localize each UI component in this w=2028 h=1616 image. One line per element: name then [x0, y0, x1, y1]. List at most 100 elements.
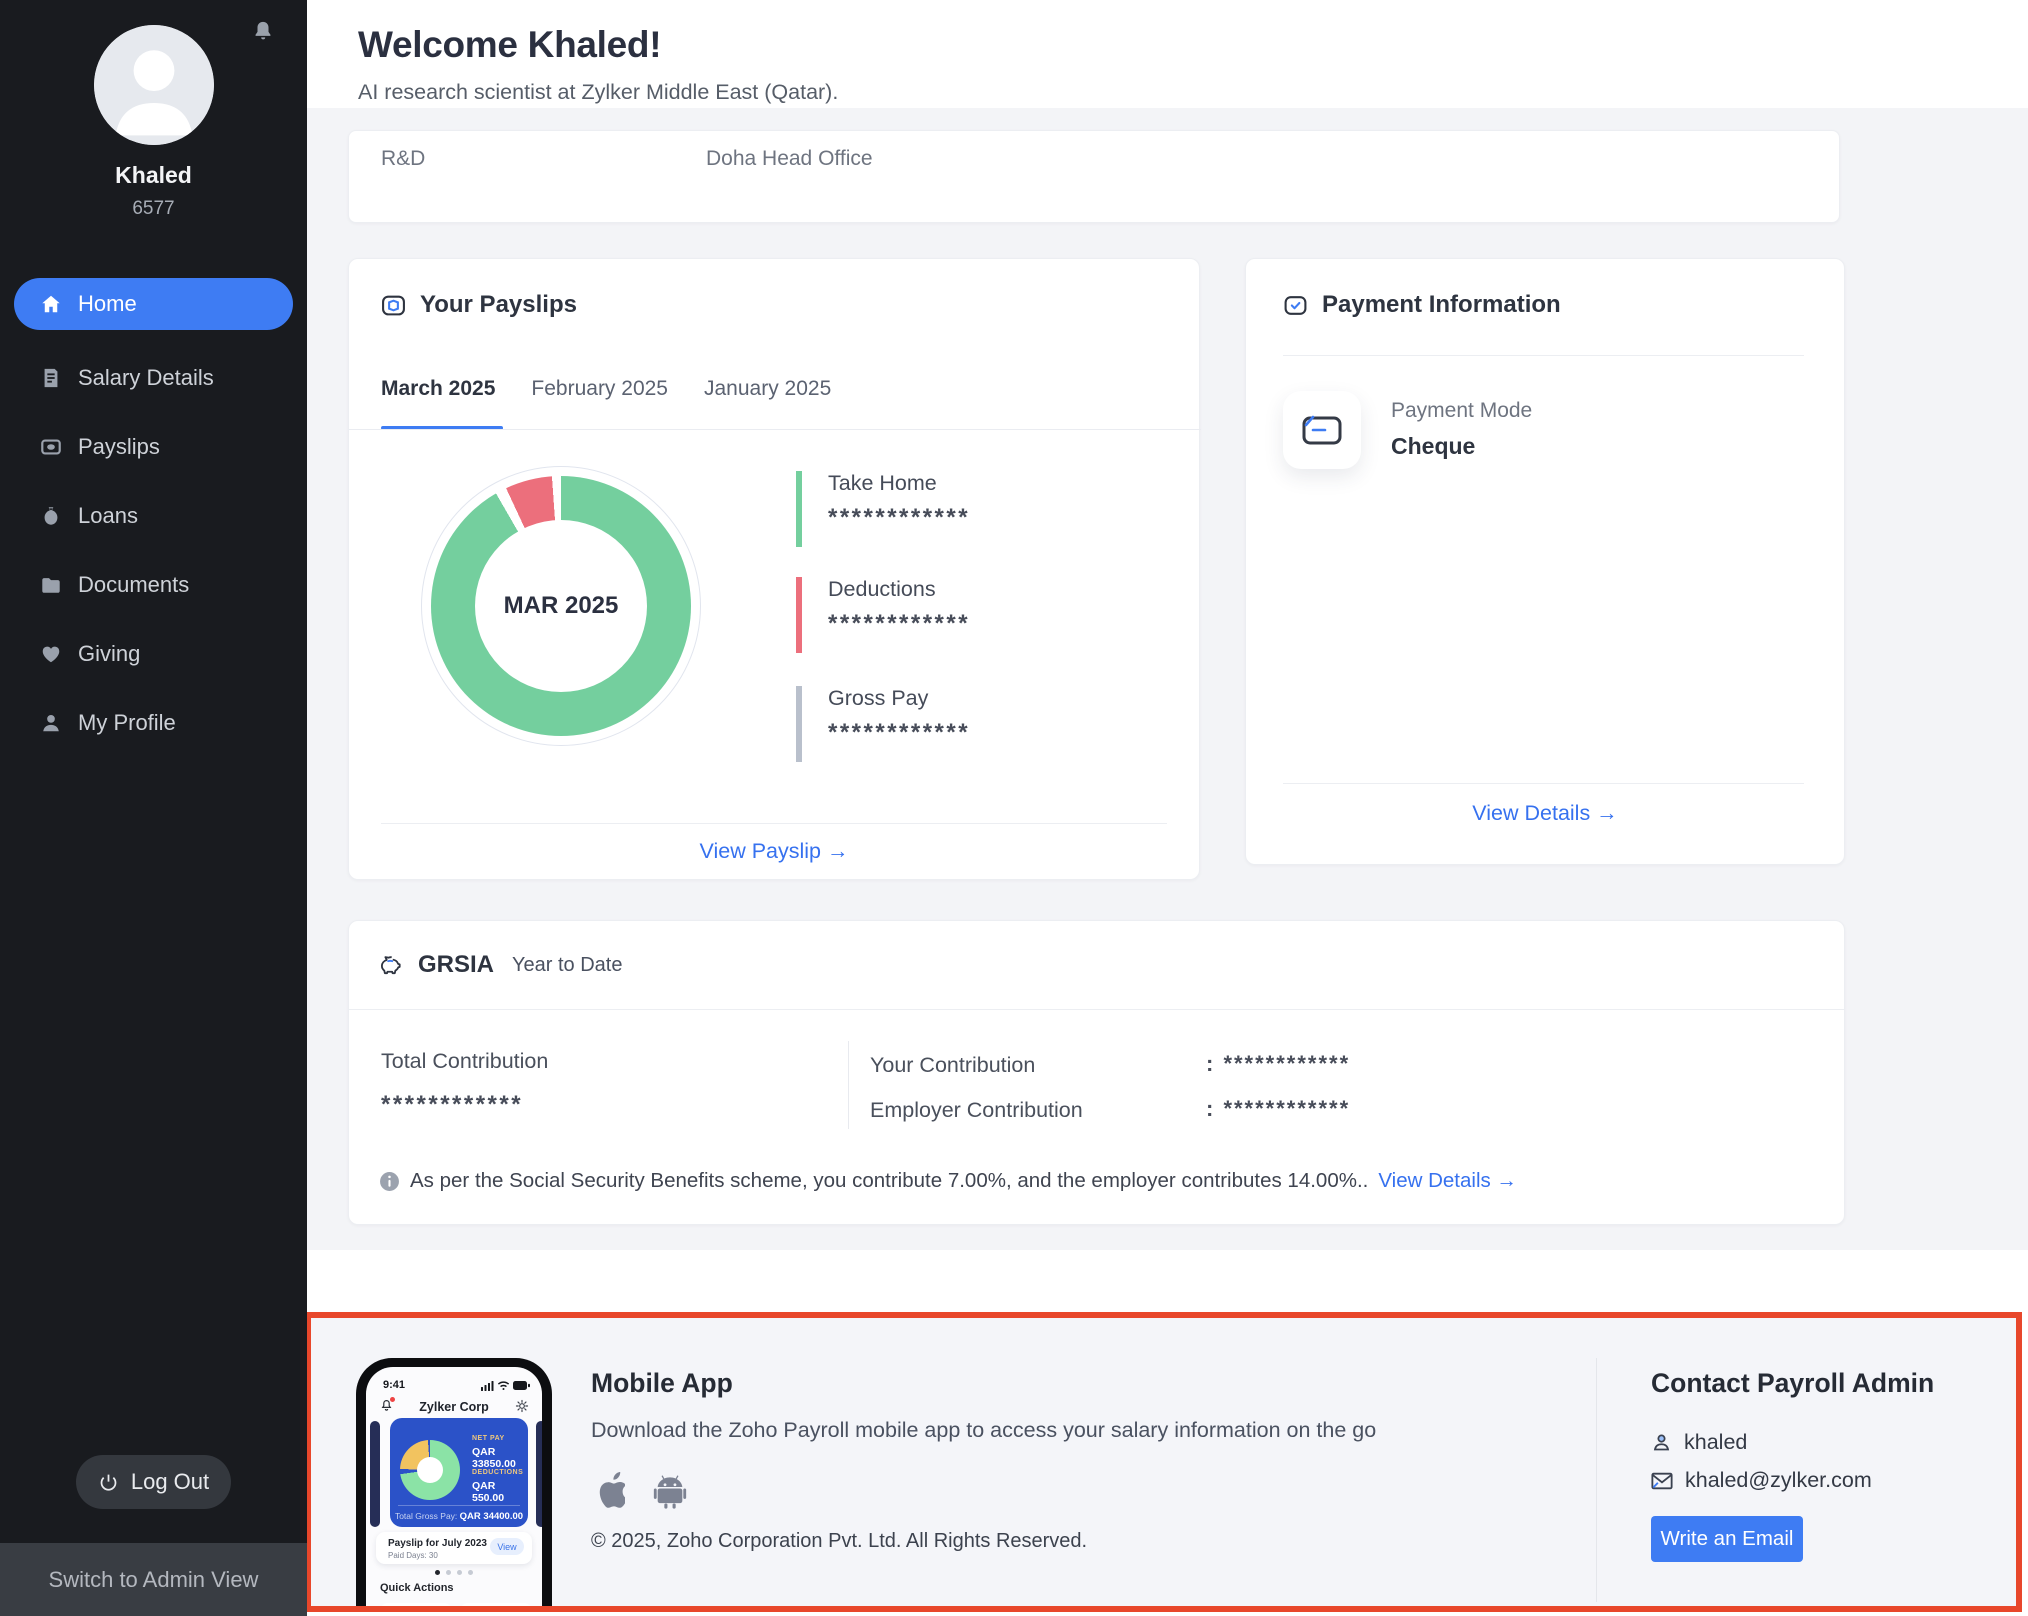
employer-contribution-label: Employer Contribution: [870, 1098, 1083, 1123]
grsia-vertical-divider: [848, 1041, 849, 1129]
footer-divider: [1596, 1358, 1597, 1602]
grsia-card: GRSIA Year to Date Total Contribution **…: [348, 920, 1845, 1225]
sidebar-item-salary-details[interactable]: Salary Details: [14, 357, 293, 399]
battery-icon: [513, 1380, 530, 1391]
documents-folder-icon: [40, 574, 62, 596]
deductions-masked-value: ************: [828, 614, 970, 634]
sidebar-item-documents[interactable]: Documents: [14, 564, 293, 606]
legend-take-home: Take Home ************: [796, 471, 970, 547]
work-location-value: Doha Head Office: [706, 147, 873, 171]
phone-gear-icon: [515, 1399, 529, 1413]
grsia-info-text: As per the Social Security Benefits sche…: [410, 1169, 1368, 1193]
admin-email[interactable]: khaled@zylker.com: [1685, 1468, 1872, 1493]
phone-card-divider: [398, 1505, 520, 1506]
wifi-icon: [497, 1380, 510, 1391]
sidebar-item-label: My Profile: [78, 710, 176, 736]
phone-time: 9:41: [383, 1379, 405, 1391]
sidebar-item-home[interactable]: Home: [14, 278, 293, 330]
tab-january-2025[interactable]: January 2025: [704, 377, 831, 423]
sidebar-item-label: Giving: [78, 641, 140, 667]
profile-summary-card: R&D Doha Head Office: [348, 130, 1840, 223]
phone-status-bar: 9:41: [366, 1379, 542, 1393]
person-icon: [40, 712, 62, 734]
gross-pay-masked-value: ************: [828, 723, 970, 743]
card-footer-divider: [381, 823, 1167, 824]
heart-icon: [40, 643, 62, 665]
take-home-masked-value: ************: [828, 508, 970, 528]
sidebar-item-label: Home: [78, 291, 137, 317]
payment-card-title: Payment Information: [1322, 291, 1561, 319]
salary-details-icon: [40, 367, 62, 389]
donut-center-label: MAR 2025: [431, 476, 691, 736]
main-content: Welcome Khaled! AI research scientist at…: [307, 0, 2028, 1616]
sidebar-item-label: Loans: [78, 503, 138, 529]
phone-pay-summary-card: NET PAY QAR 33850.00 DEDUCTIONS QAR 550.…: [390, 1418, 528, 1527]
sidebar-nav: Home Salary Details Payslips Loans Docum…: [14, 278, 293, 744]
phone-view-button: View: [490, 1538, 524, 1555]
user-name: Khaled: [0, 162, 307, 189]
phone-mockup: 9:41 Zylker Cor: [356, 1358, 552, 1612]
phone-app-header: Zylker Corp: [366, 1399, 542, 1417]
sidebar: Khaled 6577 Home Salary Details Payslips…: [0, 0, 307, 1616]
payment-mode-value: Cheque: [1391, 433, 1475, 460]
carousel-dots: [366, 1570, 542, 1575]
power-icon: [98, 1472, 119, 1493]
your-contribution-label: Your Contribution: [870, 1053, 1035, 1078]
sidebar-item-label: Payslips: [78, 434, 160, 460]
payment-view-details-link[interactable]: View Details →: [1246, 801, 1844, 826]
android-store-icon[interactable]: [653, 1472, 687, 1510]
logout-button[interactable]: Log Out: [76, 1455, 231, 1509]
notification-bell-icon[interactable]: [252, 20, 274, 42]
quick-actions-label: Quick Actions: [380, 1582, 454, 1594]
avatar: [94, 25, 214, 145]
admin-person-icon: [1651, 1432, 1672, 1453]
apple-store-icon[interactable]: [591, 1470, 625, 1510]
contact-admin-title: Contact Payroll Admin: [1651, 1368, 1934, 1399]
payslip-month-tabs: March 2025 February 2025 January 2025: [381, 377, 831, 423]
sidebar-item-loans[interactable]: Loans: [14, 495, 293, 537]
tab-march-2025[interactable]: March 2025: [381, 377, 495, 423]
payslip-donut-chart: MAR 2025: [431, 476, 691, 736]
sidebar-item-payslips[interactable]: Payslips: [14, 426, 293, 468]
payslips-icon: [40, 436, 62, 458]
page: Khaled 6577 Home Salary Details Payslips…: [0, 0, 2028, 1616]
deductions-value: QAR 550.00: [472, 1480, 528, 1504]
admin-name: khaled: [1684, 1430, 1747, 1455]
sidebar-item-my-profile[interactable]: My Profile: [14, 702, 293, 744]
mobile-app-title: Mobile App: [591, 1368, 733, 1399]
grsia-card-title: GRSIA: [418, 951, 494, 979]
logout-label: Log Out: [131, 1469, 209, 1495]
signal-icon: [481, 1380, 494, 1391]
phone-payslip-card: Payslip for July 2023 Paid Days: 30 View: [376, 1532, 532, 1564]
your-payslips-card: Your Payslips March 2025 February 2025 J…: [348, 258, 1200, 880]
store-icons: [591, 1470, 687, 1510]
grsia-subtitle: Year to Date: [512, 954, 622, 977]
page-title: Welcome Khaled!: [358, 24, 661, 66]
legend-gross-pay: Gross Pay ************: [796, 686, 970, 762]
carousel-card-left: [370, 1421, 380, 1527]
quick-action-button: [380, 1603, 452, 1612]
switch-to-admin-view[interactable]: Switch to Admin View: [0, 1543, 307, 1616]
sidebar-item-label: Documents: [78, 572, 189, 598]
checkbox-check-icon: [1283, 293, 1308, 318]
payment-header-divider: [1283, 355, 1804, 356]
annotation-rectangle-footer: 9:41 Zylker Cor: [305, 1312, 2022, 1612]
view-payslip-link[interactable]: View Payslip →: [349, 839, 1199, 864]
phone-payslip-title: Payslip for July 2023: [388, 1538, 487, 1549]
write-an-email-button[interactable]: Write an Email: [1651, 1516, 1803, 1562]
payment-footer-divider: [1283, 783, 1804, 784]
info-icon: [379, 1171, 400, 1192]
payslips-card-title: Your Payslips: [420, 291, 577, 319]
cheque-icon-tile: [1283, 391, 1361, 469]
admin-email-row: khaled@zylker.com: [1651, 1468, 1872, 1493]
phone-paid-days: Paid Days: 30: [388, 1551, 438, 1560]
copyright-text: © 2025, Zoho Corporation Pvt. Ltd. All R…: [591, 1530, 1087, 1553]
total-contribution-label: Total Contribution: [381, 1049, 548, 1074]
email-icon: [1651, 1472, 1673, 1490]
grsia-view-details-link[interactable]: View Details →: [1378, 1169, 1517, 1193]
tab-february-2025[interactable]: February 2025: [531, 377, 668, 423]
payslip-cash-icon: [381, 293, 406, 318]
phone-donut-chart: [400, 1440, 460, 1500]
piggy-bank-icon: [379, 953, 404, 978]
sidebar-item-giving[interactable]: Giving: [14, 633, 293, 675]
